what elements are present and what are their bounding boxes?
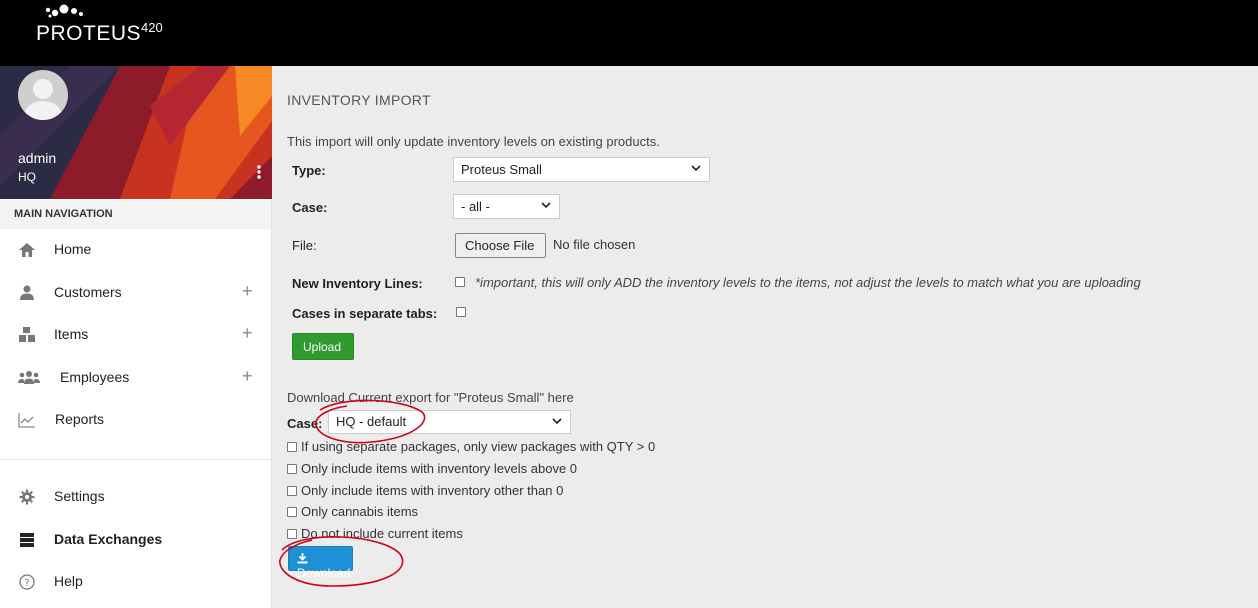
kebab-menu-icon[interactable] [255, 164, 263, 180]
sidebar-item-employees[interactable]: Employees + [0, 358, 271, 398]
user-icon [20, 285, 34, 300]
nav-header: MAIN NAVIGATION [0, 200, 271, 229]
type-select-value: Proteus Small [461, 162, 542, 177]
export-case-select[interactable]: HQ - default [328, 410, 571, 434]
sidebar-item-reports[interactable]: Reports [0, 400, 271, 440]
export-title: Download Current export for "Proteus Sma… [287, 390, 574, 405]
download-icon [297, 553, 308, 564]
chart-icon [18, 413, 35, 428]
sidebar-item-items[interactable]: Items + [0, 315, 271, 355]
separate-tabs-label: Cases in separate tabs: [292, 306, 438, 321]
export-case-value: HQ - default [336, 414, 407, 429]
sidebar-item-customers[interactable]: Customers + [0, 273, 271, 313]
brand-name: PROTEUS420 [36, 20, 163, 45]
user-location: HQ [18, 170, 36, 184]
option-label: If using separate packages, only view pa… [301, 439, 656, 454]
chevron-down-icon [552, 418, 562, 425]
import-note: This import will only update inventory l… [287, 134, 660, 149]
sidebar-item-label: Customers [54, 284, 122, 300]
option-checkbox[interactable] [287, 486, 297, 496]
expand-icon[interactable]: + [242, 281, 253, 302]
expand-icon[interactable]: + [242, 366, 253, 387]
file-status: No file chosen [553, 237, 636, 252]
option-label: Only include items with inventory levels… [301, 461, 578, 476]
sidebar-item-label: Reports [55, 411, 105, 427]
sidebar: admin HQ MAIN NAVIGATION Home Customers … [0, 66, 272, 608]
option-checkbox[interactable] [287, 464, 297, 474]
option-checkbox[interactable] [287, 529, 297, 539]
choose-file-button[interactable]: Choose File [455, 233, 546, 258]
top-bar: PROTEUS420 [0, 0, 1258, 66]
brand-logo[interactable]: PROTEUS420 [36, 0, 186, 50]
new-inventory-lines-hint: *important, this will only ADD the inven… [475, 275, 1141, 290]
option-checkbox[interactable] [287, 442, 297, 452]
logo-dots-icon [45, 4, 83, 18]
gear-icon [19, 489, 35, 505]
sidebar-item-settings[interactable]: Settings [0, 477, 271, 517]
option-label: Only cannabis items [301, 504, 419, 519]
option-cannabis-only[interactable]: Only cannabis items [287, 504, 418, 519]
expand-icon[interactable]: + [242, 323, 253, 344]
download-button-label: Download [297, 566, 351, 580]
case-select-value: - all - [461, 199, 490, 214]
help-icon: ? [19, 574, 35, 590]
sidebar-item-label: Data Exchanges [54, 531, 163, 547]
main-content: INVENTORY IMPORT This import will only u… [272, 66, 1258, 608]
option-label: Only include items with inventory other … [301, 483, 564, 498]
case-select[interactable]: - all - [453, 194, 560, 219]
svg-text:?: ? [24, 578, 29, 589]
upload-button[interactable]: Upload [292, 333, 354, 360]
chevron-down-icon [691, 165, 701, 172]
home-icon [19, 243, 35, 257]
separate-tabs-checkbox[interactable] [456, 307, 466, 317]
sidebar-item-data-exchanges[interactable]: Data Exchanges [0, 520, 271, 560]
option-checkbox[interactable] [287, 507, 297, 517]
sidebar-item-help[interactable]: ? Help [0, 562, 271, 602]
sidebar-item-label: Items [54, 326, 89, 342]
user-panel: admin HQ [0, 66, 272, 199]
option-levels-above-zero[interactable]: Only include items with inventory levels… [287, 461, 577, 476]
nav-divider [0, 459, 271, 460]
sidebar-item-label: Employees [60, 369, 130, 385]
sidebar-item-label: Help [54, 573, 83, 589]
option-label: Do not include current items [301, 526, 463, 541]
page-title: INVENTORY IMPORT [287, 92, 431, 108]
export-case-label: Case: [287, 416, 323, 431]
new-inventory-lines-label: New Inventory Lines: [292, 276, 423, 291]
avatar[interactable] [18, 70, 68, 120]
option-separate-packages[interactable]: If using separate packages, only view pa… [287, 439, 655, 454]
server-icon [20, 533, 34, 547]
type-select[interactable]: Proteus Small [453, 157, 710, 182]
chevron-down-icon [541, 202, 551, 209]
download-button[interactable]: Download [288, 546, 353, 580]
file-label: File: [292, 238, 317, 253]
new-inventory-lines-checkbox[interactable] [455, 277, 465, 287]
user-name: admin [18, 150, 57, 166]
boxes-icon [19, 327, 35, 342]
type-label: Type: [292, 163, 326, 178]
sidebar-item-label: Settings [54, 488, 105, 504]
option-exclude-current[interactable]: Do not include current items [287, 526, 463, 541]
sidebar-item-home[interactable]: Home [0, 230, 271, 270]
sidebar-item-label: Home [54, 241, 92, 257]
case-label: Case: [292, 200, 328, 215]
option-inventory-not-zero[interactable]: Only include items with inventory other … [287, 483, 563, 498]
group-icon [18, 371, 40, 384]
